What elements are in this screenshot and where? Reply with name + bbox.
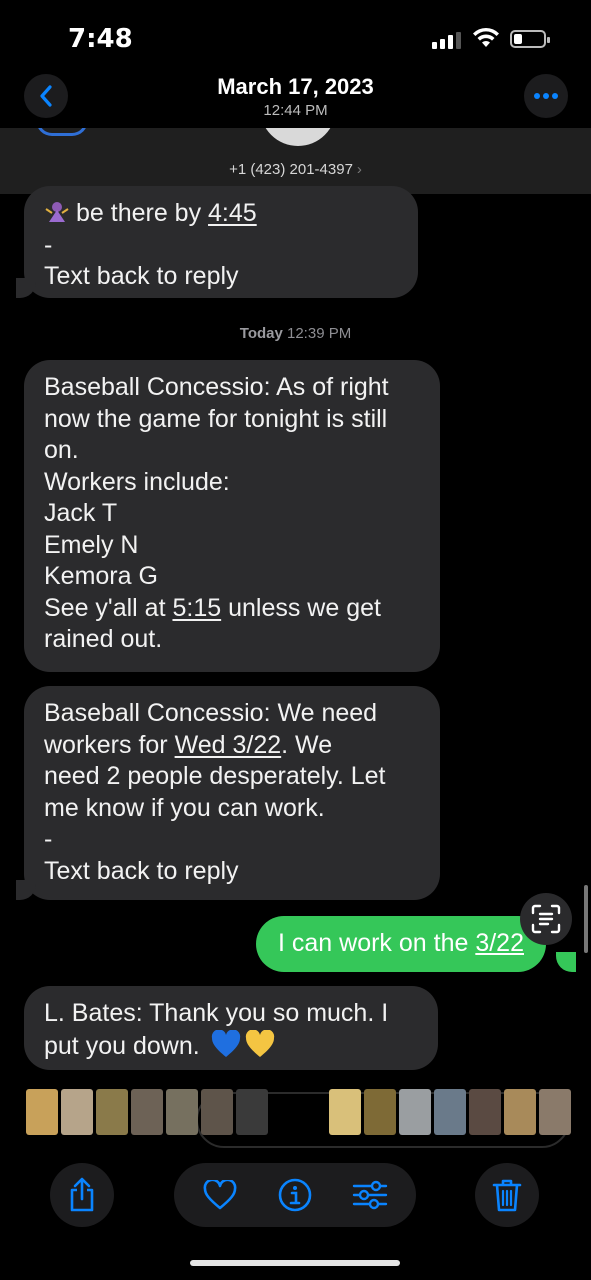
live-text-icon: [531, 904, 561, 934]
photo-thumbnail[interactable]: [469, 1089, 501, 1135]
share-button[interactable]: [50, 1163, 114, 1227]
message-bubble-outgoing: I can work on the 3/22: [256, 916, 546, 972]
status-time: 7:48: [68, 24, 133, 54]
photo-thumbnail[interactable]: [539, 1089, 571, 1135]
more-button[interactable]: [524, 74, 568, 118]
photo-thumbnail[interactable]: [166, 1089, 198, 1135]
heart-icon: [203, 1180, 237, 1210]
message-bubble-incoming: L. Bates: Thank you so much. I put you d…: [24, 986, 438, 1070]
cellular-signal-icon: [432, 32, 461, 49]
photo-thumbnail[interactable]: [399, 1089, 431, 1135]
photo-thumbnail[interactable]: [131, 1089, 163, 1135]
ellipsis-icon: [534, 93, 558, 99]
photo-thumbnail[interactable]: [504, 1089, 536, 1135]
back-arrow-fragment: [36, 128, 88, 136]
photo-date: March 17, 2023: [217, 74, 374, 99]
contact-number: +1 (423) 201-4397 ›: [229, 161, 362, 178]
info-button[interactable]: [275, 1175, 315, 1215]
photo-thumbnail[interactable]: [61, 1089, 93, 1135]
favorite-button[interactable]: [200, 1175, 240, 1215]
contact-avatar: [260, 128, 336, 146]
info-icon: [278, 1178, 312, 1212]
trash-icon: [492, 1179, 522, 1212]
bubble-tail: [16, 880, 36, 900]
photo-thumbnail[interactable]: [236, 1089, 268, 1135]
blue-heart-emoji-icon: [211, 1029, 240, 1057]
photo-thumbnail[interactable]: [26, 1089, 58, 1135]
message-bubble-incoming: Baseball Concessio: We need workers for …: [24, 686, 440, 900]
photo-thumbnail[interactable]: [329, 1089, 361, 1135]
message-bubble-incoming: be there by 4:45 - Text back to reply: [24, 186, 418, 298]
photo-thumbnail[interactable]: [96, 1089, 128, 1135]
photo-viewer-header: March 17, 2023 12:44 PM: [0, 70, 591, 130]
delete-button[interactable]: [475, 1163, 539, 1227]
dancer-emoji-icon: [45, 202, 69, 222]
photo-thumbnail-strip[interactable]: [26, 1089, 571, 1137]
message-bubble-incoming: Baseball Concessio: As of right now the …: [24, 360, 440, 672]
adjust-icon: [352, 1180, 388, 1210]
yellow-heart-emoji-icon: [245, 1029, 274, 1057]
live-text-button[interactable]: [520, 893, 572, 945]
scroll-indicator: [584, 885, 588, 953]
bubble-tail: [556, 952, 576, 972]
bubble-tail: [16, 278, 36, 298]
contact-header: +1 (423) 201-4397 ›: [0, 128, 591, 194]
status-bar: 7:48: [0, 0, 591, 70]
photo-actions-group: [174, 1163, 416, 1227]
adjust-button[interactable]: [350, 1175, 390, 1215]
photo-thumbnail[interactable]: [364, 1089, 396, 1135]
home-indicator: [190, 1260, 400, 1266]
share-icon: [70, 1177, 94, 1212]
photo-time: 12:44 PM: [263, 102, 328, 119]
battery-icon: [510, 30, 550, 48]
message-timestamp: Today 12:39 PM: [239, 325, 352, 342]
photo-thumbnail[interactable]: [434, 1089, 466, 1135]
photo-thumbnail[interactable]: [201, 1089, 233, 1135]
wifi-icon: [473, 27, 499, 47]
screenshot-image: +1 (423) 201-4397 › be there by 4:45 - Te…: [0, 128, 591, 1080]
